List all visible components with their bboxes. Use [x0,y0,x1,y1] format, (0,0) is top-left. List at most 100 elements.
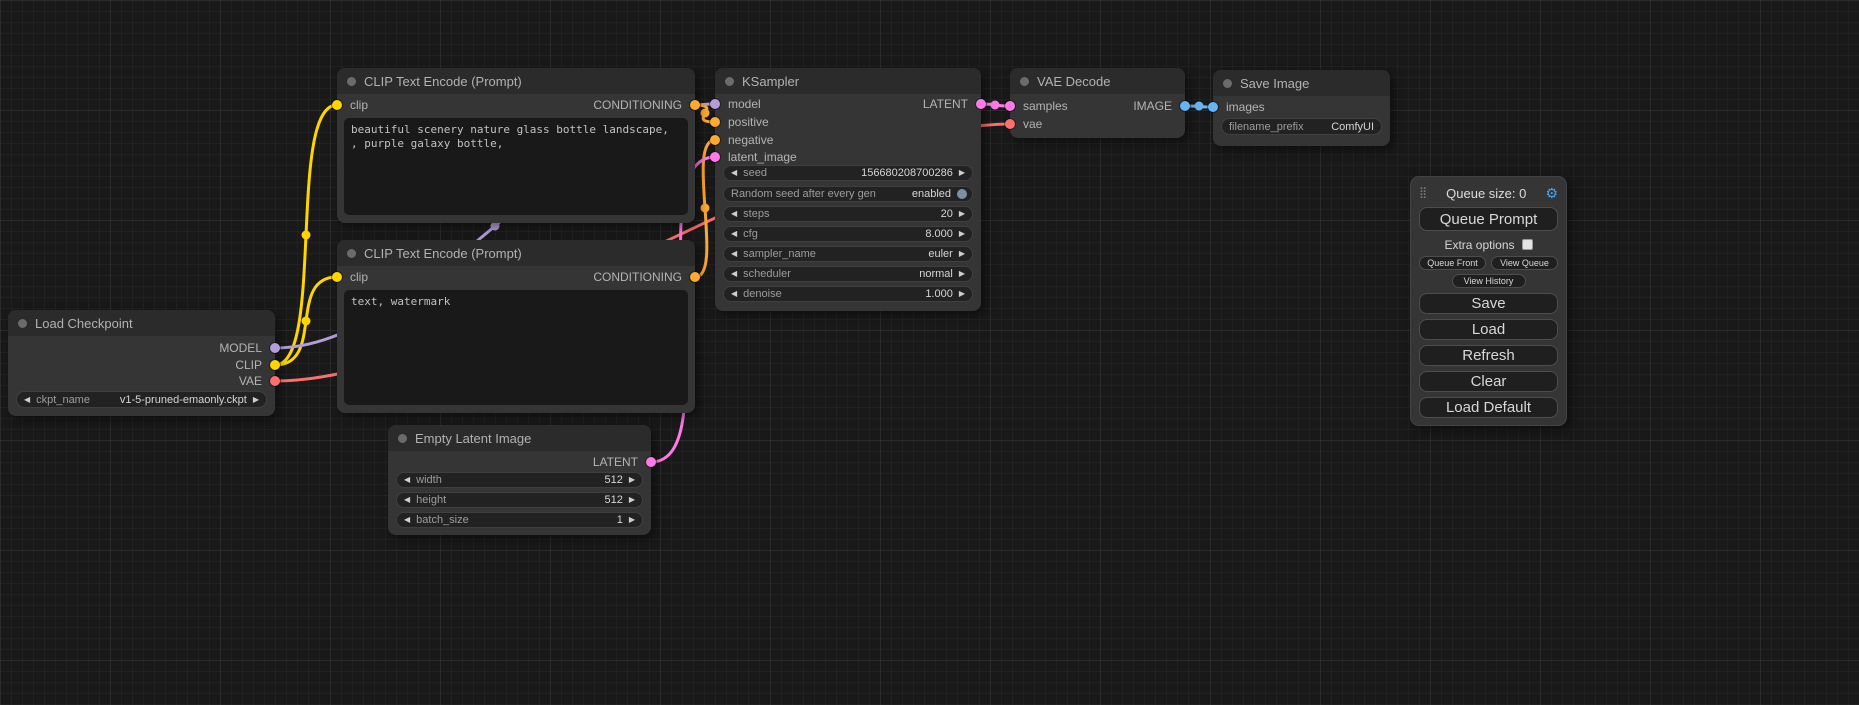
node-title-bar[interactable]: KSampler [715,68,981,94]
widget-width[interactable]: ◀ width 512 ▶ [396,472,643,488]
toggle-dot-icon[interactable] [957,189,967,199]
collapse-dot-icon[interactable] [1223,79,1232,88]
node-vae-decode[interactable]: VAE Decode samples vae IMAGE [1010,68,1185,138]
link-dot-image [1195,102,1204,111]
right-arrow-icon[interactable]: ▶ [959,290,965,298]
right-arrow-icon[interactable]: ▶ [959,169,965,177]
input-port-negative[interactable] [710,135,720,145]
node-title-bar[interactable]: VAE Decode [1010,68,1185,94]
view-history-button[interactable]: View History [1452,274,1526,288]
left-arrow-icon[interactable]: ◀ [404,516,410,524]
left-arrow-icon[interactable]: ◀ [731,270,737,278]
widget-cfg[interactable]: ◀ cfg 8.000 ▶ [723,226,973,242]
clear-button[interactable]: Clear [1419,371,1558,392]
node-ksampler[interactable]: KSampler model positive negative latent_… [715,68,981,311]
load-button[interactable]: Load [1419,319,1558,340]
node-title: CLIP Text Encode (Prompt) [364,74,522,89]
drag-handle-icon[interactable]: ⣿ [1419,188,1427,199]
node-graph-canvas[interactable]: Load Checkpoint MODEL CLIP VAE ◀ ckpt_na… [0,0,1859,705]
output-port-clip[interactable] [270,360,280,370]
refresh-button[interactable]: Refresh [1419,345,1558,366]
left-arrow-icon[interactable]: ◀ [731,290,737,298]
widget-sampler-name[interactable]: ◀ sampler_name euler ▶ [723,246,973,262]
right-arrow-icon[interactable]: ▶ [629,496,635,504]
widget-denoise[interactable]: ◀ denoise 1.000 ▶ [723,286,973,302]
output-port-vae[interactable] [270,376,280,386]
collapse-dot-icon[interactable] [18,319,27,328]
widget-name: denoise [743,288,782,300]
input-port-model[interactable] [710,99,720,109]
left-arrow-icon[interactable]: ◀ [404,496,410,504]
widget-name: ckpt_name [36,394,90,406]
prompt-textarea[interactable]: text, watermark [344,290,688,405]
widget-ckpt-name[interactable]: ◀ ckpt_name v1-5-pruned-emaonly.ckpt ▶ [16,391,267,408]
widget-steps[interactable]: ◀ steps 20 ▶ [723,206,973,222]
node-save-image[interactable]: Save Image images filename_prefix ComfyU… [1213,70,1390,146]
left-arrow-icon[interactable]: ◀ [731,250,737,258]
node-load-checkpoint[interactable]: Load Checkpoint MODEL CLIP VAE ◀ ckpt_na… [8,310,275,416]
queue-buttons-row: Queue Front View Queue [1419,256,1558,270]
collapse-dot-icon[interactable] [725,77,734,86]
collapse-dot-icon[interactable] [398,434,407,443]
left-arrow-icon[interactable]: ◀ [731,230,737,238]
left-arrow-icon[interactable]: ◀ [404,476,410,484]
input-port-positive[interactable] [710,117,720,127]
input-port-images[interactable] [1208,102,1218,112]
right-arrow-icon[interactable]: ▶ [629,516,635,524]
widget-batch-size[interactable]: ◀ batch_size 1 ▶ [396,512,643,528]
widget-height[interactable]: ◀ height 512 ▶ [396,492,643,508]
left-arrow-icon[interactable]: ◀ [731,210,737,218]
output-port-latent[interactable] [976,99,986,109]
node-title-bar[interactable]: Save Image [1213,70,1390,96]
right-arrow-icon[interactable]: ▶ [629,476,635,484]
right-arrow-icon[interactable]: ▶ [253,396,259,404]
save-button[interactable]: Save [1419,293,1558,314]
left-arrow-icon[interactable]: ◀ [24,396,30,404]
output-port-conditioning[interactable] [690,100,700,110]
queue-front-button[interactable]: Queue Front [1419,256,1486,270]
input-port-clip[interactable] [332,272,342,282]
output-port-model[interactable] [270,343,280,353]
output-port-conditioning[interactable] [690,272,700,282]
load-default-button[interactable]: Load Default [1419,397,1558,418]
right-arrow-icon[interactable]: ▶ [959,250,965,258]
node-clip-text-encode-negative[interactable]: CLIP Text Encode (Prompt) clip CONDITION… [337,240,695,413]
right-arrow-icon[interactable]: ▶ [959,230,965,238]
collapse-dot-icon[interactable] [1020,77,1029,86]
node-title-bar[interactable]: Empty Latent Image [388,425,651,451]
prompt-textarea[interactable]: beautiful scenery nature glass bottle la… [344,118,688,215]
widget-random-seed-toggle[interactable]: Random seed after every gen enabled [723,186,973,202]
input-label-latent-image: latent_image [728,150,797,164]
input-port-latent-image[interactable] [710,152,720,162]
widget-filename-prefix[interactable]: filename_prefix ComfyUI [1221,118,1382,135]
settings-gear-icon[interactable]: ⚙ [1545,186,1558,200]
input-port-clip[interactable] [332,100,342,110]
node-clip-text-encode-positive[interactable]: CLIP Text Encode (Prompt) clip CONDITION… [337,68,695,223]
collapse-dot-icon[interactable] [347,249,356,258]
menu-header: ⣿ Queue size: 0 ⚙ [1419,184,1558,202]
widget-name: width [416,474,442,486]
output-port-image[interactable] [1180,101,1190,111]
extra-options-checkbox[interactable] [1522,239,1533,250]
node-title-bar[interactable]: Load Checkpoint [8,310,275,336]
right-arrow-icon[interactable]: ▶ [959,270,965,278]
node-title: Empty Latent Image [415,431,531,446]
node-title-bar[interactable]: CLIP Text Encode (Prompt) [337,68,695,94]
link-dot-clip-2 [302,317,311,326]
input-port-vae[interactable] [1005,119,1015,129]
right-arrow-icon[interactable]: ▶ [959,210,965,218]
collapse-dot-icon[interactable] [347,77,356,86]
output-port-latent[interactable] [646,457,656,467]
view-queue-button[interactable]: View Queue [1491,256,1558,270]
node-empty-latent-image[interactable]: Empty Latent Image LATENT ◀ width 512 ▶ … [388,425,651,535]
output-label-image: IMAGE [1133,99,1172,113]
queue-prompt-button[interactable]: Queue Prompt [1419,207,1558,231]
input-port-samples[interactable] [1005,101,1015,111]
widget-scheduler[interactable]: ◀ scheduler normal ▶ [723,266,973,282]
widget-value: normal [919,268,953,280]
node-title-bar[interactable]: CLIP Text Encode (Prompt) [337,240,695,266]
input-label-images: images [1226,100,1265,114]
left-arrow-icon[interactable]: ◀ [731,169,737,177]
widget-seed[interactable]: ◀ seed 156680208700286 ▶ [723,165,973,181]
output-label-conditioning: CONDITIONING [593,270,682,284]
